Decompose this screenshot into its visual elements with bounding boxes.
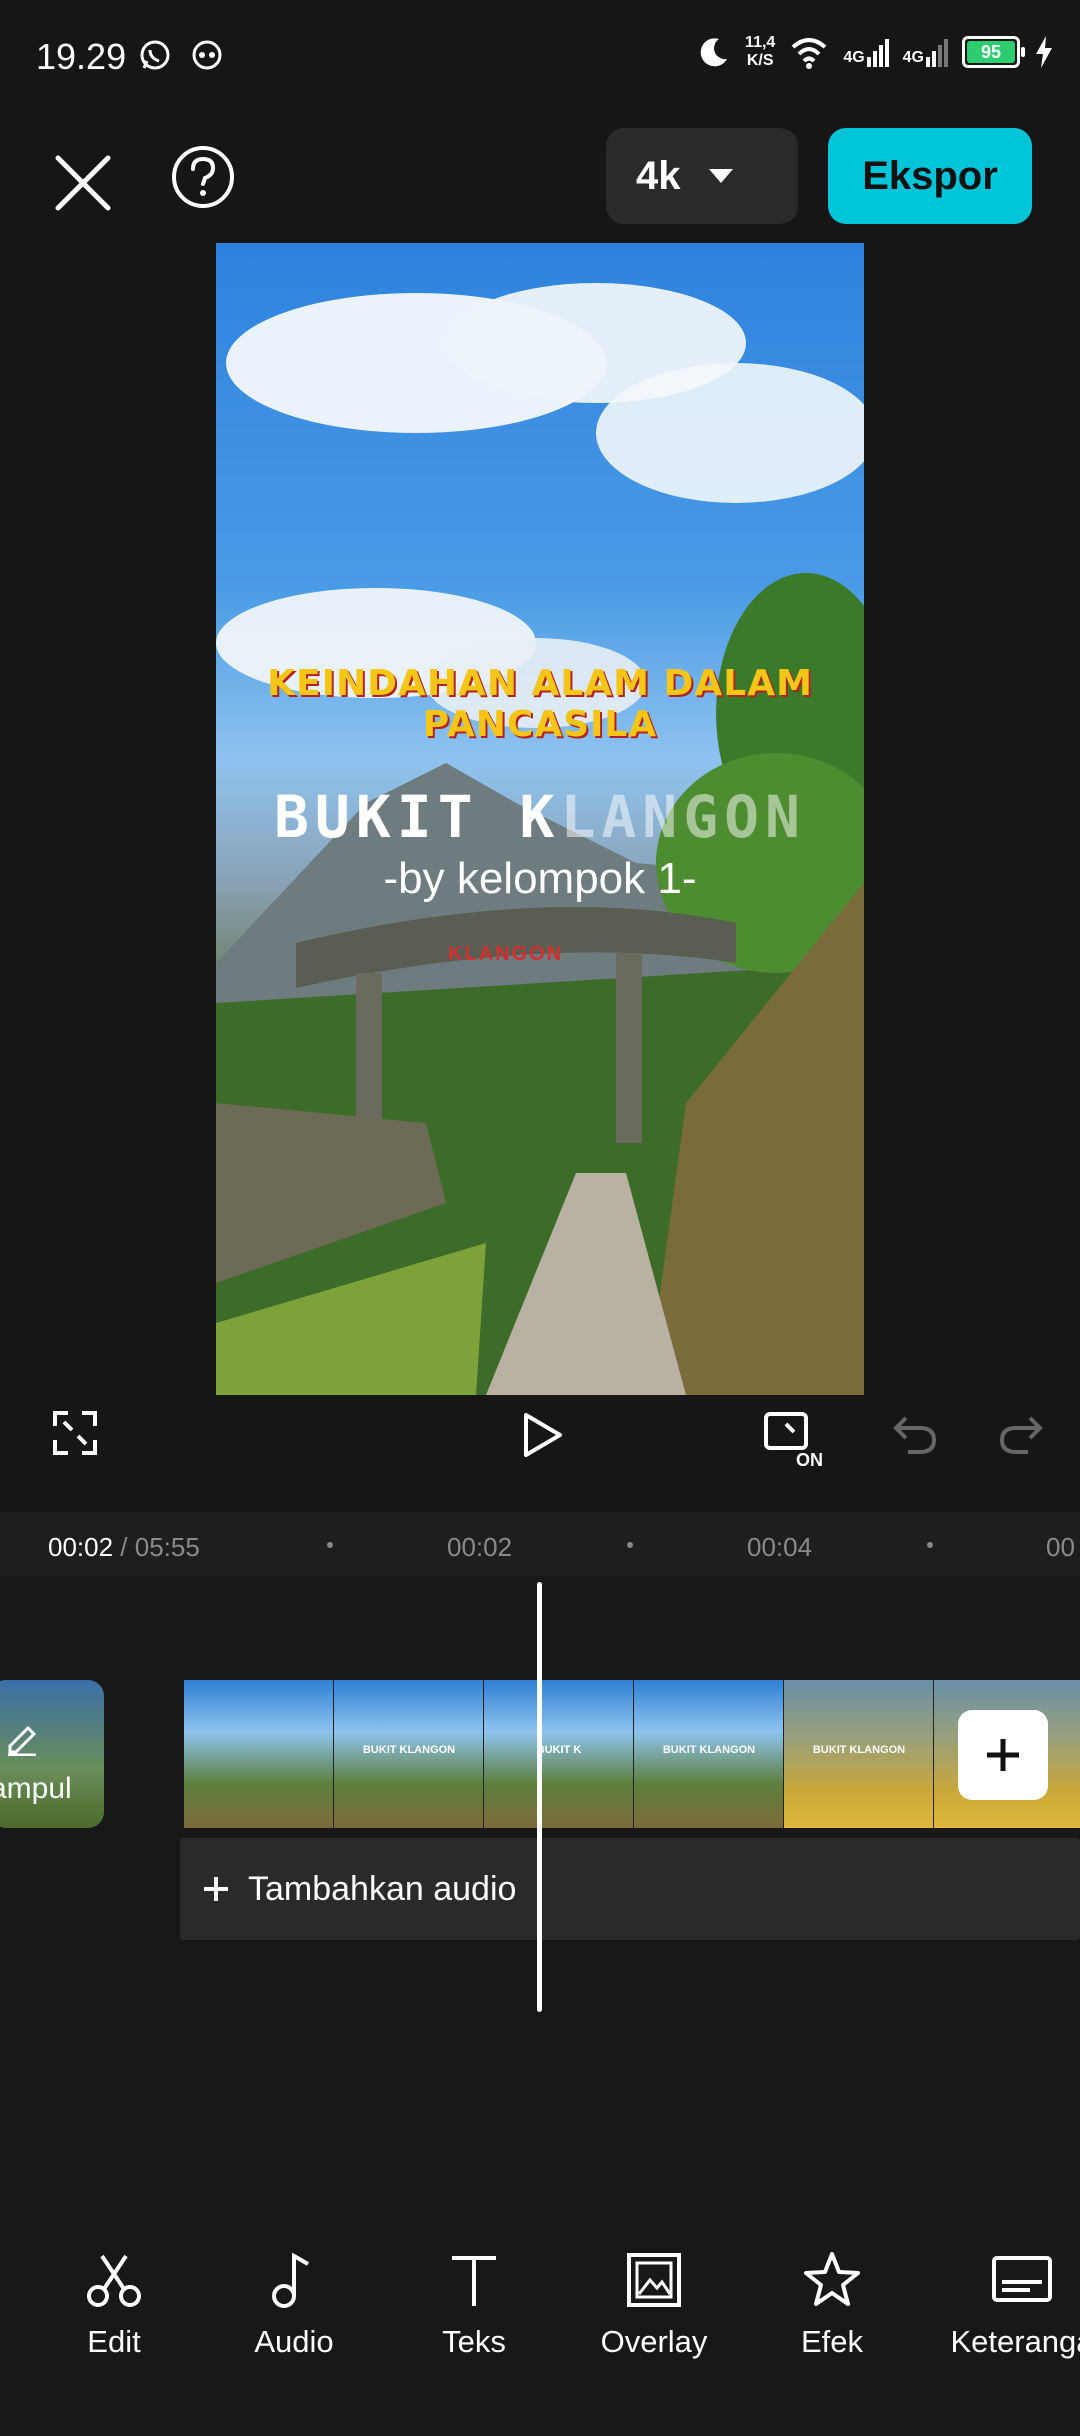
cover-thumbnail[interactable]: ampul <box>0 1680 104 1828</box>
video-clip-track[interactable]: BUKIT KLANGON BUKIT K BUKIT KLANGON BUKI… <box>184 1680 1080 1828</box>
clip-frame: BUKIT KLANGON <box>634 1680 784 1828</box>
overlay-title-text[interactable]: KEINDAHAN ALAM DALAM PANCASILA <box>216 663 864 745</box>
tool-audio[interactable]: Audio <box>204 2250 384 2360</box>
battery-indicator: 95 <box>962 36 1025 68</box>
resolution-dropdown[interactable]: 4k <box>606 128 798 224</box>
pencil-edit-icon <box>8 1725 37 1756</box>
play-icon[interactable] <box>516 1410 566 1460</box>
playback-controls: ON <box>0 1400 1080 1480</box>
charging-bolt-icon <box>1036 36 1052 68</box>
top-toolbar: 4k Ekspor <box>0 120 1080 230</box>
moon-icon <box>700 38 728 67</box>
whatsapp-icon <box>140 40 170 70</box>
redo-icon[interactable] <box>998 1410 1044 1456</box>
ruler-tick: 00:04 <box>747 1532 813 1562</box>
fullscreen-icon[interactable] <box>52 1410 98 1456</box>
resolution-label: 4k <box>636 153 681 198</box>
help-icon[interactable] <box>170 144 236 210</box>
add-audio-label: Tambahkan audio <box>248 1869 517 1908</box>
clip-frame <box>184 1680 334 1828</box>
overlay-main-text[interactable]: BUKIT KLANGON <box>216 783 864 851</box>
plus-icon <box>204 1877 228 1901</box>
signal-2: 4G <box>903 37 948 67</box>
wifi-icon <box>791 38 827 69</box>
video-preview[interactable]: KEINDAHAN ALAM DALAM PANCASILA BUKIT KLA… <box>216 243 864 1395</box>
timecode-ruler[interactable]: 00:02 / 05:55 00:02 00:04 00 <box>0 1512 1080 1576</box>
tool-effects[interactable]: Efek <box>742 2250 922 2360</box>
signal-bars-icon <box>926 39 948 67</box>
ruler-tick: 00 <box>1046 1532 1075 1562</box>
add-clip-button[interactable] <box>958 1710 1048 1800</box>
signal-bars-icon <box>866 39 889 67</box>
add-audio-button[interactable]: Tambahkan audio <box>180 1838 1080 1940</box>
star-effect-icon <box>804 2252 860 2306</box>
text-icon <box>452 2256 496 2306</box>
app-notification-icon <box>192 40 222 70</box>
tool-overlay[interactable]: Overlay <box>564 2250 744 2360</box>
undo-icon[interactable] <box>892 1410 938 1456</box>
scissors-icon <box>87 2254 141 2307</box>
caret-down-icon <box>708 169 733 183</box>
ruler-dot <box>927 1542 933 1548</box>
captions-icon <box>992 2256 1052 2302</box>
svg-text:ON: ON <box>796 1450 823 1468</box>
current-time: 00:02 / 05:55 <box>48 1532 200 1562</box>
clip-frame: BUKIT KLANGON <box>784 1680 934 1828</box>
clip-frame: BUKIT KLANGON <box>334 1680 484 1828</box>
export-button[interactable]: Ekspor <box>828 128 1032 224</box>
bottom-toolbar: Edit Audio Teks Overlay Efek Keteranga <box>0 2250 1080 2400</box>
tool-edit[interactable]: Edit <box>24 2250 204 2360</box>
tool-text[interactable]: Teks <box>384 2250 564 2360</box>
cover-label: ampul <box>0 1772 72 1805</box>
preview-on-toggle-icon[interactable]: ON <box>762 1410 832 1468</box>
status-time: 19.29 <box>36 36 127 77</box>
status-bar: 19.29 11,4 K/S 4G 4G 95 <box>0 0 1080 110</box>
ruler-tick: 00:02 <box>447 1532 513 1562</box>
bridge-sign-text: KLANGON <box>448 943 564 965</box>
net-speed: 11,4 K/S <box>745 34 776 69</box>
ruler-dot <box>327 1542 333 1548</box>
ruler-dot <box>627 1542 633 1548</box>
close-icon[interactable] <box>44 144 122 222</box>
tool-captions[interactable]: Keteranga <box>932 2250 1080 2360</box>
music-note-icon <box>272 2252 309 2308</box>
clip-frame: BUKIT K <box>484 1680 634 1828</box>
overlay-sub-text[interactable]: -by kelompok 1- <box>216 854 864 904</box>
playhead[interactable] <box>537 1582 542 2012</box>
plus-icon <box>987 1739 1019 1771</box>
overlay-icon <box>627 2253 681 2307</box>
signal-1: 4G <box>843 37 889 67</box>
